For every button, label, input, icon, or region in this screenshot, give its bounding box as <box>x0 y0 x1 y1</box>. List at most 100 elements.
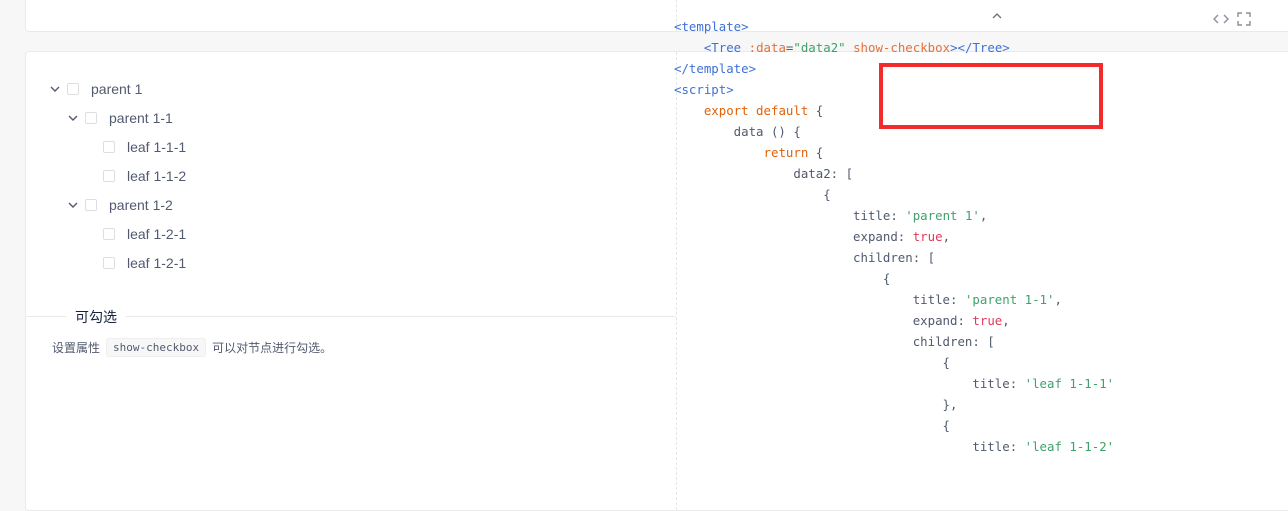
tree-node-checkbox[interactable] <box>103 228 115 240</box>
code-token: "data2" <box>793 40 846 55</box>
code-token: 'leaf 1-1-1' <box>1024 376 1115 391</box>
code-line: { <box>674 415 950 436</box>
tree-parent-node: parent 1-2 <box>66 194 173 216</box>
code-token: , <box>979 208 988 223</box>
code-line: title: 'parent 1-1', <box>674 289 1062 310</box>
tree-node-title[interactable]: leaf 1-2-1 <box>127 255 186 271</box>
tree-node-title[interactable]: parent 1 <box>91 81 142 97</box>
code-token: 'leaf 1-1-2' <box>1024 439 1115 454</box>
top-demo-card <box>25 0 1288 32</box>
tree-node-title[interactable]: parent 1-2 <box>109 197 173 213</box>
code-token: { <box>674 355 951 370</box>
code-token: <script> <box>674 82 734 97</box>
code-toolbar <box>1213 12 1253 26</box>
tree-parent-node: parent 1-1 <box>66 107 173 129</box>
fullscreen-icon[interactable] <box>1237 12 1253 26</box>
code-line: children: [ <box>674 331 995 352</box>
code-token: title: <box>674 376 1025 391</box>
code-line: expand: true, <box>674 226 950 247</box>
code-line: }, <box>674 394 958 415</box>
code-token: :data <box>748 40 786 55</box>
code-token: title: <box>674 208 906 223</box>
code-line: <Tree :data="data2" show-checkbox></Tree… <box>674 37 1010 58</box>
chevron-down-icon[interactable] <box>66 198 80 212</box>
code-line: title: 'leaf 1-1-1' <box>674 373 1114 394</box>
tree-parent-node: parent 1 <box>48 78 142 100</box>
code-token: 'parent 1' <box>905 208 980 223</box>
code-token: <Tree <box>703 40 749 55</box>
tree-node-checkbox[interactable] <box>103 170 115 182</box>
code-line: <script> <box>674 79 734 100</box>
code-line: <template> <box>674 16 749 37</box>
code-token: { <box>674 418 951 433</box>
code-line: </template> <box>674 58 756 79</box>
code-line: export default { <box>674 100 823 121</box>
tree-node-title[interactable]: leaf 1-1-2 <box>127 168 186 184</box>
tree-node-title[interactable]: leaf 1-2-1 <box>127 226 186 242</box>
code-token: expand: <box>674 313 973 328</box>
tree-leaf-node: leaf 1-2-1 <box>84 252 186 274</box>
code-token: true <box>912 229 943 244</box>
code-token: , <box>1002 313 1010 328</box>
code-line: title: 'parent 1', <box>674 205 987 226</box>
desc-suffix: 可以对节点进行勾选。 <box>212 341 333 355</box>
code-token: { <box>674 271 891 286</box>
code-token: { <box>674 187 831 202</box>
code-token: data2: [ <box>674 166 854 181</box>
code-line: { <box>674 352 950 373</box>
code-token: return <box>763 145 809 160</box>
tree-leaf-node: leaf 1-1-2 <box>84 165 186 187</box>
code-token: ></Tree> <box>950 40 1010 55</box>
code-line: return { <box>674 142 824 163</box>
tree-node-checkbox[interactable] <box>103 141 115 153</box>
code-line: title: 'leaf 1-1-2' <box>674 436 1114 457</box>
highlight-annotation <box>879 63 1103 129</box>
desc-prefix: 设置属性 <box>52 341 101 355</box>
chevron-down-icon[interactable] <box>48 82 62 96</box>
code-line: children: [ <box>674 247 935 268</box>
chevron-up-icon[interactable] <box>992 8 1002 22</box>
code-token: </template> <box>674 61 757 76</box>
code-token: data () { <box>674 124 801 139</box>
code-token: children: [ <box>674 334 995 349</box>
code-line: data () { <box>674 121 801 142</box>
code-token: { <box>808 145 824 160</box>
chevron-down-icon[interactable] <box>66 111 80 125</box>
code-token: , <box>1054 292 1062 307</box>
code-token: export default <box>703 103 809 118</box>
code-token: <template> <box>674 19 749 34</box>
code-token: true <box>972 313 1003 328</box>
tree-leaf-node: leaf 1-2-1 <box>84 223 186 245</box>
desc-code: show-checkbox <box>106 338 207 357</box>
code-token: title: <box>674 292 965 307</box>
code-token: children: [ <box>674 250 936 265</box>
code-token: show-checkbox <box>853 40 951 55</box>
code-token: }, <box>674 397 958 412</box>
tree-node-title[interactable]: parent 1-1 <box>109 110 173 126</box>
tree-node-title[interactable]: leaf 1-1-1 <box>127 139 186 155</box>
tree-node-checkbox[interactable] <box>85 199 97 211</box>
tree-node-checkbox[interactable] <box>85 112 97 124</box>
tree-node-checkbox[interactable] <box>67 83 79 95</box>
code-line: data2: [ <box>674 163 853 184</box>
tree-node-checkbox[interactable] <box>103 257 115 269</box>
code-line: { <box>674 184 831 205</box>
tree-leaf-node: leaf 1-1-1 <box>84 136 186 158</box>
code-line: expand: true, <box>674 310 1010 331</box>
code-token: expand: <box>674 229 913 244</box>
code-icon[interactable] <box>1213 12 1229 26</box>
code-token: { <box>808 103 824 118</box>
code-token: title: <box>674 439 1025 454</box>
code-token: , <box>942 229 951 244</box>
code-token: 'parent 1-1' <box>964 292 1055 307</box>
section-description: 设置属性 show-checkbox 可以对节点进行勾选。 <box>52 338 332 357</box>
section-title: 可勾选 <box>66 307 126 327</box>
